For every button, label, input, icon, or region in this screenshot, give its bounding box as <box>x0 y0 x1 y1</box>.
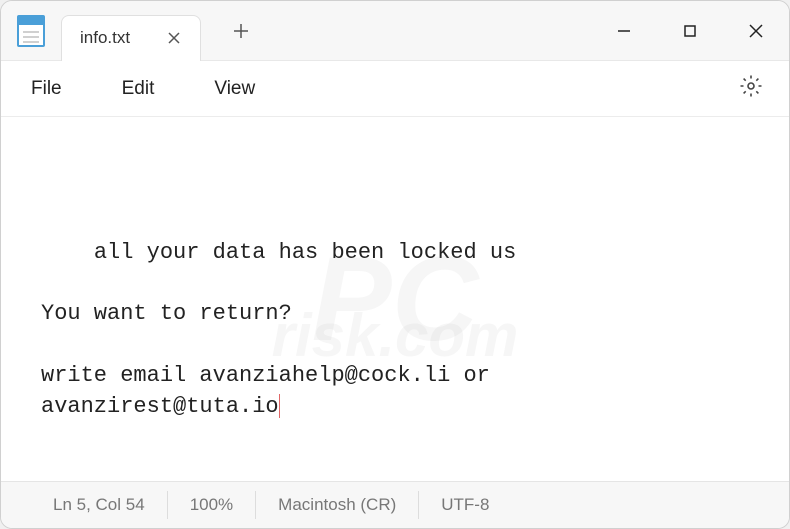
titlebar: info.txt <box>1 1 789 61</box>
content-line-3a: write email avanziahelp@cock.li or <box>41 363 490 388</box>
content-line-3b: avanzirest@tuta.io <box>41 394 279 419</box>
window-controls <box>591 1 789 61</box>
status-encoding: UTF-8 <box>419 491 511 519</box>
settings-button[interactable] <box>733 68 769 109</box>
close-tab-icon[interactable] <box>166 30 182 46</box>
statusbar: Ln 5, Col 54 100% Macintosh (CR) UTF-8 <box>1 481 789 528</box>
notepad-window: info.txt File Edit View <box>0 0 790 529</box>
menu-file[interactable]: File <box>21 72 72 106</box>
text-content-area[interactable]: PC risk.com all your data has been locke… <box>1 117 789 481</box>
app-icon-container <box>1 1 61 61</box>
close-button[interactable] <box>723 1 789 61</box>
status-line-ending: Macintosh (CR) <box>256 491 419 519</box>
menu-view[interactable]: View <box>204 72 265 106</box>
notepad-icon <box>17 15 45 47</box>
status-position: Ln 5, Col 54 <box>31 491 168 519</box>
menubar: File Edit View <box>1 61 789 117</box>
tab-area: info.txt <box>61 1 591 60</box>
status-zoom[interactable]: 100% <box>168 491 256 519</box>
minimize-button[interactable] <box>591 1 657 61</box>
tab-active[interactable]: info.txt <box>61 15 201 61</box>
maximize-button[interactable] <box>657 1 723 61</box>
content-line-1: all your data has been locked us <box>94 240 516 265</box>
new-tab-button[interactable] <box>221 11 261 51</box>
tab-title: info.txt <box>80 28 130 48</box>
menu-edit[interactable]: Edit <box>112 72 165 106</box>
text-cursor <box>279 394 280 418</box>
content-line-2: You want to return? <box>41 301 292 326</box>
